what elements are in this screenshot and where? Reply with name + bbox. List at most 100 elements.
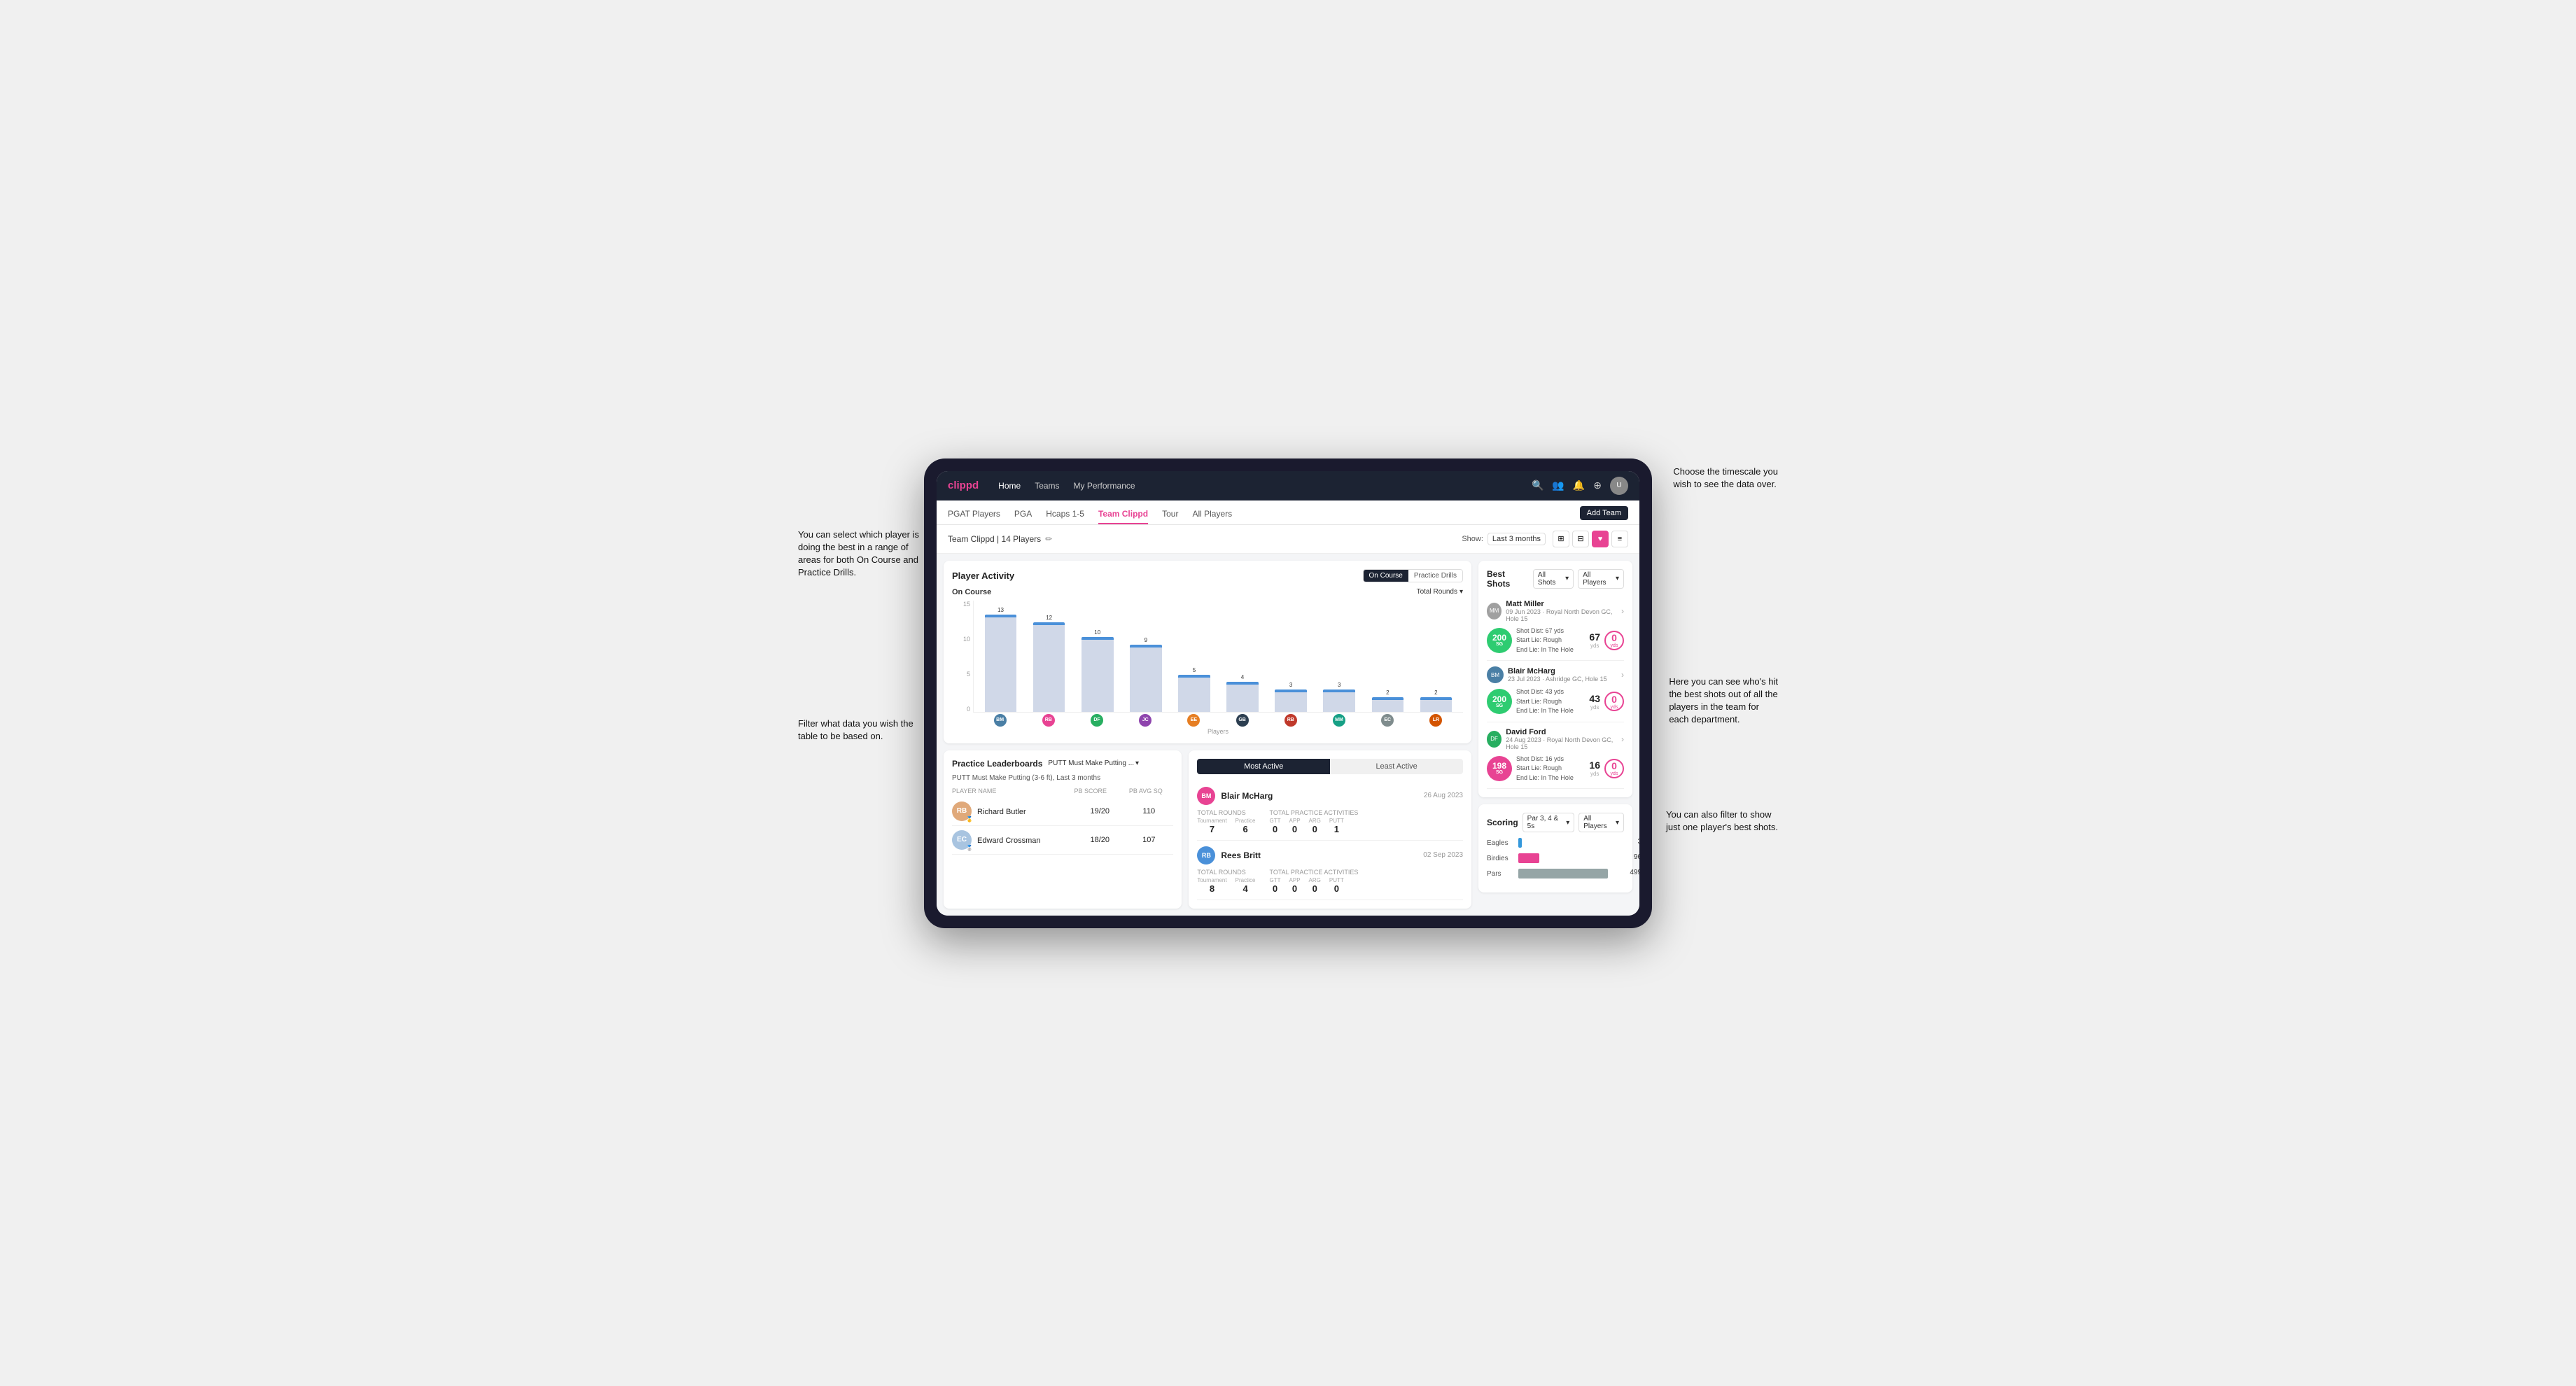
y-label-10: 10 [963, 636, 970, 643]
timescale-select[interactable]: Last 3 months [1488, 533, 1546, 545]
tab-pgat[interactable]: PGAT Players [948, 505, 1000, 524]
shot-stat-zero-mcharg: 0 yds [1604, 692, 1624, 711]
top-nav: clippd Home Teams My Performance 🔍 👥 🔔 ⊕… [937, 471, 1639, 500]
tab-hcaps[interactable]: Hcaps 1-5 [1046, 505, 1084, 524]
practice-header: Practice Leaderboards PUTT Must Make Put… [952, 759, 1173, 769]
chart-bars-area: 13 12 10 [973, 601, 1463, 713]
shot-player-info-miller: Matt Miller 09 Jun 2023 · Royal North De… [1506, 600, 1621, 622]
team-name: Team Clippd | 14 Players [948, 534, 1041, 544]
view-grid-button[interactable]: ⊞ [1553, 531, 1569, 547]
shot-badge-miller: 200 SG [1487, 628, 1512, 653]
shot-player-info-ford: David Ford 24 Aug 2023 · Royal North Dev… [1506, 728, 1621, 750]
best-shots-card: Best Shots All Shots ▾ All Players ▾ [1478, 561, 1632, 798]
activity-date-mcharg: 26 Aug 2023 [1424, 792, 1463, 799]
practice-drills-toggle[interactable]: Practice Drills [1408, 570, 1462, 582]
col-pb-avg: PB AVG SQ [1118, 788, 1173, 794]
search-icon[interactable]: 🔍 [1532, 479, 1544, 491]
activity-player-header-2: RB Rees Britt 02 Sep 2023 [1197, 846, 1463, 864]
scoring-bars: Eagles 3 Birdies 96 [1487, 838, 1624, 878]
bar-ford: 10 [1074, 601, 1120, 712]
shot-avatar-mcharg: BM [1487, 666, 1504, 683]
leaderboard-subtitle: PUTT Must Make Putting (3-6 ft), Last 3 … [952, 774, 1173, 782]
shot-player-name-mcharg: Blair McHarg [1508, 667, 1607, 676]
chevron-right-icon[interactable]: › [1621, 734, 1624, 744]
chart-dropdown[interactable]: Total Rounds ▾ [1417, 588, 1463, 596]
par-filter[interactable]: Par 3, 4 & 5s ▾ [1522, 813, 1575, 832]
left-panel: Player Activity On Course Practice Drill… [944, 561, 1471, 909]
view-heart-button[interactable]: ♥ [1592, 531, 1609, 547]
lb-avatar-butler: RB🥇 [952, 802, 972, 821]
on-course-toggle[interactable]: On Course [1364, 570, 1408, 582]
player-activity-card: Player Activity On Course Practice Drill… [944, 561, 1471, 743]
players-icon[interactable]: 👥 [1552, 479, 1564, 491]
add-team-button[interactable]: Add Team [1580, 506, 1628, 520]
bar-billingham: 4 [1219, 601, 1265, 712]
activity-avatar-britt: RB [1197, 846, 1215, 864]
activity-name-mcharg: Blair McHarg [1221, 791, 1273, 801]
nav-item-performance[interactable]: My Performance [1074, 481, 1135, 491]
tab-pga[interactable]: PGA [1014, 505, 1032, 524]
scoring-row-pars: Pars 499 [1487, 869, 1624, 878]
scoring-title: Scoring [1487, 818, 1518, 827]
best-shots-header: Best Shots All Shots ▾ All Players ▾ [1487, 569, 1624, 589]
bottom-row: Practice Leaderboards PUTT Must Make Put… [944, 750, 1471, 909]
tab-team-clippd[interactable]: Team Clippd [1098, 505, 1148, 524]
nav-item-teams[interactable]: Teams [1035, 481, 1059, 491]
activity-stats-mcharg: Total Rounds Tournament 7 Practice [1197, 809, 1463, 834]
shot-player-sub-mcharg: 23 Jul 2023 · Ashridge GC, Hole 15 [1508, 676, 1607, 682]
scoring-card: Scoring Par 3, 4 & 5s ▾ All Players ▾ [1478, 804, 1632, 892]
annotation-player-select: You can select which player isdoing the … [798, 528, 919, 580]
scoring-bar-birdies: 96 [1518, 853, 1624, 863]
tab-least-active[interactable]: Least Active [1330, 759, 1463, 774]
lb-avg-crossman: 107 [1124, 836, 1173, 844]
chart-container: 15 10 5 0 13 12 [952, 601, 1463, 727]
shot-card-mcharg: BM Blair McHarg 23 Jul 2023 · Ashridge G… [1487, 661, 1624, 722]
bar-crossman: 2 [1365, 601, 1410, 712]
view-icons: ⊞ ⊟ ♥ ≡ [1553, 531, 1628, 547]
scoring-row-birdies: Birdies 96 [1487, 853, 1624, 863]
bar-coles: 9 [1123, 601, 1168, 712]
chevron-right-icon[interactable]: › [1621, 606, 1624, 616]
shot-stat-zero-ford: 0 yds [1604, 759, 1624, 778]
team-header: Team Clippd | 14 Players ✏ Show: Last 3 … [937, 525, 1639, 554]
list-item: RB Rees Britt 02 Sep 2023 Total Rounds [1197, 841, 1463, 900]
edit-icon[interactable]: ✏ [1045, 534, 1052, 544]
activity-name-britt: Rees Britt [1221, 850, 1261, 860]
shot-stat-zero-miller: 0 yds [1604, 631, 1624, 650]
tab-tour[interactable]: Tour [1162, 505, 1178, 524]
tablet-screen: clippd Home Teams My Performance 🔍 👥 🔔 ⊕… [937, 471, 1639, 916]
shot-player-header-mcharg: BM Blair McHarg 23 Jul 2023 · Ashridge G… [1487, 666, 1624, 683]
chevron-right-icon[interactable]: › [1621, 670, 1624, 680]
shot-player-name-miller: Matt Miller [1506, 600, 1621, 608]
avatar[interactable]: U [1610, 477, 1628, 495]
y-label-0: 0 [967, 706, 970, 713]
nav-item-home[interactable]: Home [998, 481, 1021, 491]
scoring-label-pars: Pars [1487, 870, 1518, 878]
scoring-players-filter[interactable]: All Players ▾ [1578, 813, 1624, 832]
lb-avg-butler: 110 [1124, 807, 1173, 816]
leaderboard-cols: PLAYER NAME PB SCORE PB AVG SQ [952, 788, 1173, 794]
best-shots-title: Best Shots [1487, 569, 1529, 589]
bar-ebert: 5 [1171, 601, 1217, 712]
all-shots-filter[interactable]: All Shots ▾ [1533, 569, 1574, 589]
activity-avatar-mcharg: BM [1197, 787, 1215, 805]
card-header-activity: Player Activity On Course Practice Drill… [952, 569, 1463, 582]
practice-leaderboards-card: Practice Leaderboards PUTT Must Make Put… [944, 750, 1182, 909]
most-active-card: Most Active Least Active BM Blair McHarg… [1189, 750, 1471, 909]
col-player-name: PLAYER NAME [952, 788, 1063, 794]
scoring-label-eagles: Eagles [1487, 839, 1518, 847]
tab-most-active[interactable]: Most Active [1197, 759, 1330, 774]
lb-avatar-crossman: EC🥈 [952, 830, 972, 850]
practice-dropdown[interactable]: PUTT Must Make Putting ... ▾ [1048, 760, 1139, 767]
bar-butler: 3 [1268, 601, 1314, 712]
sub-tabs: PGAT Players PGA Hcaps 1-5 Team Clippd T… [937, 500, 1639, 525]
scoring-header: Scoring Par 3, 4 & 5s ▾ All Players ▾ [1487, 813, 1624, 832]
nav-logo: clippd [948, 479, 979, 491]
view-menu-button[interactable]: ≡ [1611, 531, 1628, 547]
plus-circle-icon[interactable]: ⊕ [1593, 479, 1602, 491]
tab-all-players[interactable]: All Players [1192, 505, 1232, 524]
bell-icon[interactable]: 🔔 [1573, 479, 1585, 491]
shot-avatar-miller: MM [1487, 603, 1502, 620]
all-players-filter[interactable]: All Players ▾ [1578, 569, 1624, 589]
view-list-button[interactable]: ⊟ [1572, 531, 1589, 547]
